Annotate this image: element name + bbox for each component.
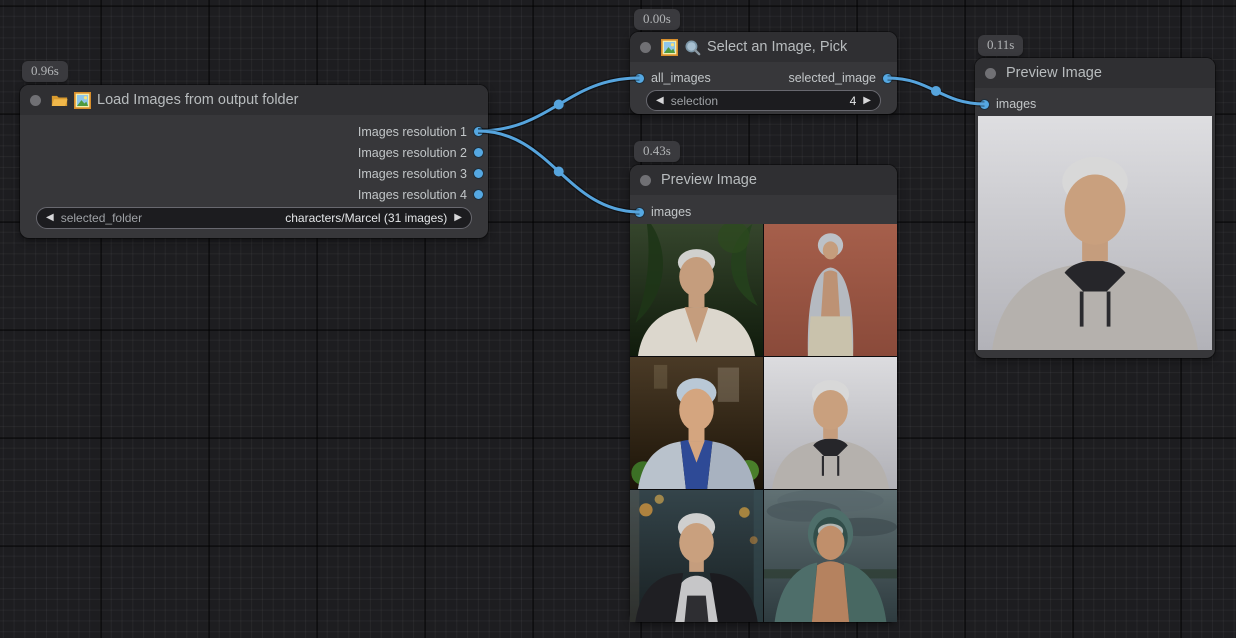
widget-value: characters/Marcel (31 images) bbox=[285, 211, 447, 225]
node-titlebar[interactable]: Select an Image, Pick bbox=[630, 32, 897, 62]
execution-time-badge: 0.96s bbox=[22, 61, 68, 82]
widget-prev-arrow[interactable]: ◀ bbox=[656, 96, 664, 106]
node-titlebar[interactable]: Preview Image bbox=[630, 165, 897, 195]
input-port-dot[interactable] bbox=[980, 100, 989, 109]
selection-widget[interactable]: ◀ selection 4 ▶ bbox=[646, 90, 881, 111]
execution-time-badge: 0.00s bbox=[634, 9, 680, 30]
execution-time-badge: 0.11s bbox=[978, 35, 1023, 56]
preview-image[interactable] bbox=[764, 224, 897, 356]
widget-label: selected_folder bbox=[61, 211, 142, 225]
output-port-selected-image[interactable]: selected_image bbox=[788, 68, 897, 89]
output-port-images-resolution-1[interactable]: Images resolution 1 bbox=[20, 121, 488, 142]
collapse-dot[interactable] bbox=[30, 95, 41, 106]
output-port-label: Images resolution 1 bbox=[358, 125, 467, 139]
open-folder-icon bbox=[51, 92, 68, 109]
node-preview-image-single[interactable]: Preview Image images bbox=[975, 58, 1215, 358]
widget-label: selection bbox=[671, 94, 718, 108]
output-port-label: Images resolution 4 bbox=[358, 188, 467, 202]
input-port-label: images bbox=[996, 97, 1036, 111]
framed-picture-icon bbox=[74, 92, 91, 109]
execution-time-badge: 0.43s bbox=[634, 141, 680, 162]
framed-picture-icon bbox=[661, 39, 678, 56]
widget-value: 4 bbox=[850, 94, 857, 108]
node-title: Preview Image bbox=[1006, 65, 1102, 81]
output-port-images-resolution-4[interactable]: Images resolution 4 bbox=[20, 184, 488, 205]
output-port-label: Images resolution 2 bbox=[358, 146, 467, 160]
input-port-images[interactable]: images bbox=[630, 202, 897, 222]
node-preview-image-grid[interactable]: Preview Image images bbox=[630, 165, 897, 622]
output-port-dot[interactable] bbox=[474, 169, 483, 178]
output-port-images-resolution-2[interactable]: Images resolution 2 bbox=[20, 142, 488, 163]
collapse-dot[interactable] bbox=[640, 42, 651, 53]
input-port-label: all_images bbox=[651, 71, 711, 85]
input-port-dot[interactable] bbox=[635, 208, 644, 217]
collapse-dot[interactable] bbox=[640, 175, 651, 186]
preview-image[interactable] bbox=[630, 357, 763, 489]
widget-next-arrow[interactable]: ▶ bbox=[863, 96, 871, 106]
node-title: Preview Image bbox=[661, 172, 757, 188]
output-port-dot[interactable] bbox=[474, 190, 483, 199]
preview-image[interactable] bbox=[764, 490, 897, 622]
node-titlebar[interactable]: Load Images from output folder bbox=[20, 85, 488, 115]
input-port-all-images[interactable]: all_images bbox=[630, 68, 711, 89]
output-port-dot[interactable] bbox=[883, 74, 892, 83]
selected-folder-widget[interactable]: ◀ selected_folder characters/Marcel (31 … bbox=[36, 207, 472, 229]
widget-prev-arrow[interactable]: ◀ bbox=[46, 213, 54, 223]
input-port-images[interactable]: images bbox=[975, 94, 1215, 114]
collapse-dot[interactable] bbox=[985, 68, 996, 79]
output-port-dot[interactable] bbox=[474, 127, 483, 136]
preview-image[interactable] bbox=[630, 224, 763, 356]
output-port-label: selected_image bbox=[788, 71, 876, 85]
node-graph-canvas[interactable]: 0.96s 0.00s 0.43s 0.11s Load Images from… bbox=[0, 0, 1236, 638]
output-port-images-resolution-3[interactable]: Images resolution 3 bbox=[20, 163, 488, 184]
widget-next-arrow[interactable]: ▶ bbox=[454, 213, 462, 223]
input-port-label: images bbox=[651, 205, 691, 219]
node-load-images[interactable]: Load Images from output folder Images re… bbox=[20, 85, 488, 238]
node-title: Load Images from output folder bbox=[97, 92, 299, 108]
output-port-dot[interactable] bbox=[474, 148, 483, 157]
node-titlebar[interactable]: Preview Image bbox=[975, 58, 1215, 88]
node-select-image[interactable]: Select an Image, Pick all_images selecte… bbox=[630, 32, 897, 114]
preview-image[interactable] bbox=[764, 357, 897, 489]
magnifier-icon bbox=[684, 39, 701, 56]
output-port-label: Images resolution 3 bbox=[358, 167, 467, 181]
preview-image[interactable] bbox=[630, 490, 763, 622]
preview-image[interactable] bbox=[978, 116, 1212, 350]
node-title: Select an Image, Pick bbox=[707, 39, 847, 55]
input-port-dot[interactable] bbox=[635, 74, 644, 83]
